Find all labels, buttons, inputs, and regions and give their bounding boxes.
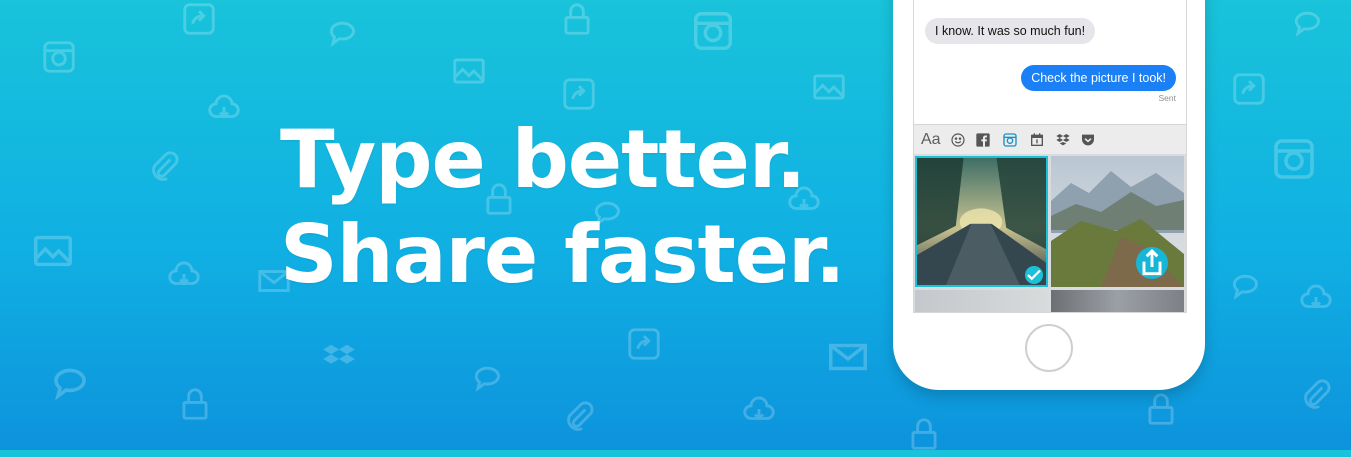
photo-thumbnail[interactable] [915, 290, 1048, 312]
cloud-icon [205, 88, 243, 126]
phone-screen: I know. It was so much fun! Check the pi… [913, 0, 1187, 313]
photo-grid [914, 154, 1186, 312]
home-button[interactable] [1025, 324, 1073, 372]
dropbox-icon [320, 340, 358, 378]
chat-icon [48, 360, 96, 408]
cloud-icon [1297, 278, 1335, 316]
emoji-icon[interactable] [950, 131, 966, 149]
headline: Type better. Share faster. [280, 112, 845, 302]
paperclip-icon [145, 150, 183, 188]
lock-icon [1142, 390, 1180, 428]
received-message: I know. It was so much fun! [925, 18, 1096, 44]
image-icon [30, 228, 76, 274]
share-icon [625, 325, 663, 363]
headline-line-1: Type better. [280, 113, 806, 206]
paperclip-icon [560, 400, 598, 438]
instagram-icon [690, 8, 736, 54]
calendar-icon[interactable] [1029, 131, 1045, 149]
phone-mockup: I know. It was so much fun! Check the pi… [893, 0, 1205, 390]
selected-check-icon [1025, 266, 1043, 284]
mail-icon [825, 334, 871, 380]
chat-icon [470, 360, 508, 398]
instagram-icon [1270, 135, 1318, 183]
photo-mountains[interactable] [1051, 156, 1184, 287]
facebook-icon[interactable] [975, 131, 991, 149]
paperclip-icon [1297, 378, 1335, 416]
instagram-icon[interactable] [1002, 131, 1018, 149]
headline-line-2: Share faster. [280, 208, 845, 301]
image-icon [810, 68, 848, 106]
cloud-icon [165, 255, 203, 293]
lock-icon [558, 0, 596, 38]
share-icon [1230, 70, 1268, 108]
keyboard-toolbar: Aa [914, 124, 1186, 155]
share-button[interactable] [1136, 247, 1168, 279]
photo-thumbnail[interactable] [1051, 290, 1184, 312]
pocket-icon[interactable] [1080, 131, 1096, 149]
lock-icon [905, 415, 943, 453]
chat-icon [1290, 5, 1328, 43]
sent-status: Sent [1158, 93, 1177, 103]
photo-road[interactable] [915, 156, 1048, 287]
chat-icon [1228, 268, 1266, 306]
share-icon [180, 0, 218, 38]
instagram-icon [40, 38, 78, 76]
cloud-icon [740, 390, 778, 428]
dropbox-icon[interactable] [1055, 131, 1071, 149]
image-icon [450, 52, 488, 90]
chat-icon [325, 15, 363, 53]
share-icon [560, 75, 598, 113]
lock-icon [176, 385, 214, 423]
font-icon[interactable]: Aa [921, 131, 941, 149]
sent-message: Check the picture I took! [1021, 65, 1176, 91]
